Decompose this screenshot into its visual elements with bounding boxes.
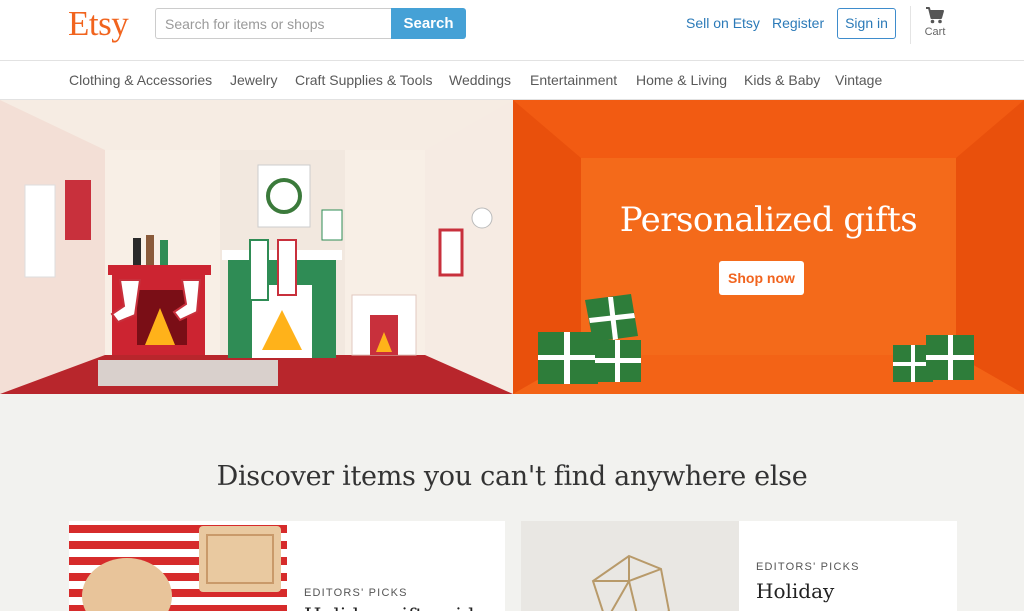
category-kids-baby[interactable]: Kids & Baby — [744, 72, 820, 88]
search-button[interactable]: Search — [391, 8, 466, 39]
editors-picks-card[interactable]: EDITORS' PICKS Holiday — [521, 521, 957, 611]
card-title: Holiday — [756, 579, 835, 603]
cart-icon — [926, 7, 944, 24]
search-bar: Search — [155, 8, 466, 39]
card-eyebrow: EDITORS' PICKS — [756, 561, 860, 573]
sell-on-etsy-link[interactable]: Sell on Etsy — [686, 15, 760, 31]
register-link[interactable]: Register — [772, 15, 824, 31]
cart-button[interactable]: Cart — [919, 6, 951, 38]
category-weddings[interactable]: Weddings — [449, 72, 511, 88]
hero-title: Personalized gifts — [619, 200, 918, 240]
card-image — [69, 521, 287, 611]
category-entertainment[interactable]: Entertainment — [530, 72, 617, 88]
category-clothing-accessories[interactable]: Clothing & Accessories — [69, 72, 212, 88]
category-nav: Clothing & Accessories Jewelry Craft Sup… — [0, 61, 1024, 100]
sign-in-button[interactable]: Sign in — [837, 8, 896, 39]
etsy-logo[interactable]: Etsy — [68, 4, 129, 44]
category-vintage[interactable]: Vintage — [835, 72, 882, 88]
card-title: Holiday gift guide — [304, 603, 486, 611]
category-home-living[interactable]: Home & Living — [636, 72, 727, 88]
search-input[interactable] — [155, 8, 392, 39]
cart-label: Cart — [924, 26, 946, 38]
gift-room-illustration — [513, 100, 1024, 394]
hero-banner: Personalized gifts Shop now — [0, 100, 1024, 394]
category-jewelry[interactable]: Jewelry — [230, 72, 277, 88]
card-eyebrow: EDITORS' PICKS — [304, 587, 408, 599]
striped-gift-image — [69, 521, 287, 611]
hero-holiday-room-image[interactable] — [0, 100, 513, 394]
holiday-room-illustration — [0, 100, 513, 394]
card-image — [521, 521, 739, 611]
shop-now-button[interactable]: Shop now — [719, 261, 804, 295]
header-divider — [910, 6, 911, 44]
hero-personalized-gifts[interactable]: Personalized gifts Shop now — [513, 100, 1024, 394]
site-header: Etsy Search Sell on Etsy Register Sign i… — [0, 0, 1024, 61]
category-craft-supplies[interactable]: Craft Supplies & Tools — [295, 72, 432, 88]
editors-picks-card[interactable]: EDITORS' PICKS Holiday gift guide — [69, 521, 505, 611]
geometric-terrarium-image — [521, 521, 739, 611]
discover-heading: Discover items you can't find anywhere e… — [216, 461, 808, 492]
